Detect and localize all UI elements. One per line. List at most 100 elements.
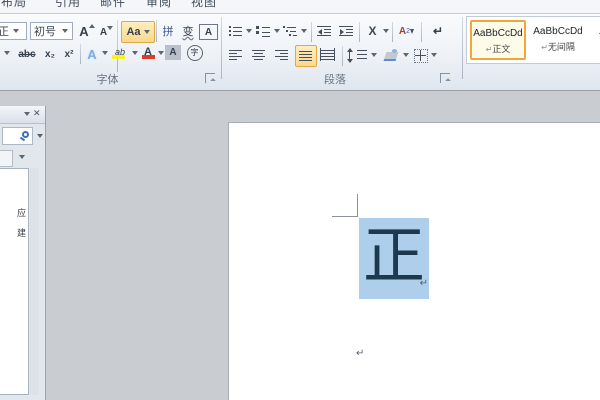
underline-dropdown-icon[interactable] <box>4 51 10 55</box>
sort-icon: A <box>399 26 406 37</box>
chevron-down-icon[interactable] <box>19 155 25 159</box>
style-preview: A <box>593 26 600 37</box>
tab-review[interactable]: 审阅 <box>146 0 172 10</box>
font-group-label: 字体 <box>0 71 215 87</box>
down-arrow-icon <box>107 26 113 30</box>
font-size-value: 初号 <box>34 23 56 39</box>
style-preview: AaBbCcDd <box>472 28 524 39</box>
sort-button[interactable]: A 2 <box>397 22 416 40</box>
search-options-icon[interactable] <box>37 134 43 138</box>
chevron-down-icon[interactable] <box>431 53 437 57</box>
justify-button[interactable] <box>295 45 317 67</box>
text-highlight-button[interactable]: ab <box>110 43 130 61</box>
document-page[interactable]: 正 ↵ ↵ <box>228 122 600 400</box>
paragraph-group-label: 段落 <box>240 71 430 87</box>
character-border-button[interactable]: A <box>199 24 218 40</box>
highlight-color-bar <box>112 55 125 59</box>
text-selection[interactable]: 正 ↵ <box>359 218 429 299</box>
style-card-no-spacing[interactable]: AaBbCcDd ↵无间隔 <box>529 20 587 60</box>
change-case-button[interactable]: Aa <box>121 21 155 43</box>
tab-references[interactable]: 引用 <box>55 0 81 10</box>
navigation-pane-content: 应 建 <box>0 168 29 395</box>
chevron-down-icon[interactable] <box>383 29 389 33</box>
margin-crop-mark <box>332 216 358 217</box>
borders-icon[interactable] <box>413 47 429 63</box>
asian-layout-icon: X <box>368 24 376 38</box>
paragraph-dialog-launcher[interactable] <box>440 73 450 83</box>
font-dialog-launcher[interactable] <box>205 73 215 83</box>
chevron-down-icon[interactable] <box>301 29 307 33</box>
up-arrow-icon <box>89 24 95 28</box>
tab-view[interactable]: 视图 <box>191 0 217 10</box>
grow-font-icon: A <box>79 24 88 39</box>
font-name-value: 正 <box>0 23 9 39</box>
style-card-partial[interactable]: A <box>593 20 600 60</box>
browse-tab-stub[interactable] <box>0 150 13 167</box>
distribute-icon[interactable] <box>320 47 336 63</box>
search-input[interactable] <box>2 127 33 145</box>
shrink-font-button[interactable]: A <box>99 23 114 41</box>
case-convert-button[interactable]: 变 <box>179 22 197 40</box>
grow-font-button[interactable]: A <box>78 22 96 40</box>
enclose-character-button[interactable]: 字 <box>186 44 203 61</box>
chevron-down-icon[interactable] <box>132 51 138 55</box>
show-marks-button[interactable]: ↵ <box>430 22 446 40</box>
asian-layout-button[interactable]: X <box>364 22 381 40</box>
case-convert-icon: 变 <box>183 23 194 39</box>
style-name: 正文 <box>492 44 510 54</box>
chevron-down-icon[interactable] <box>158 51 164 55</box>
align-left-icon[interactable] <box>228 47 244 63</box>
style-gallery: AaBbCcDd ↵正文 AaBbCcDd ↵无间隔 A <box>466 16 600 64</box>
bullets-icon[interactable] <box>228 23 244 39</box>
navigation-text-fragment: 建 <box>17 226 26 239</box>
font-color-button[interactable]: A <box>140 43 156 61</box>
superscript-button[interactable]: x² <box>60 45 78 63</box>
tab-page-layout[interactable]: 面布局 <box>0 0 27 10</box>
navigation-pane-scrollbar[interactable] <box>30 168 39 395</box>
font-name-combo[interactable]: 正 <box>0 22 27 40</box>
align-center-icon[interactable] <box>251 47 267 63</box>
strikethrough-icon: abc <box>18 49 35 60</box>
pilcrow-icon: ↵ <box>420 278 428 289</box>
pane-menu-icon[interactable] <box>24 112 30 116</box>
chevron-down-icon <box>144 30 150 34</box>
text-effects-icon: A <box>87 47 96 62</box>
chevron-down-icon[interactable] <box>403 53 409 57</box>
increase-indent-icon[interactable] <box>339 23 355 39</box>
character-shading-button[interactable]: A <box>165 45 181 60</box>
style-preview: AaBbCcDd <box>529 26 587 37</box>
document-workspace: ✕ 应 建 正 ↵ ↵ <box>0 91 600 400</box>
search-icon <box>22 131 29 138</box>
line-spacing-icon[interactable] <box>349 47 369 63</box>
align-right-icon[interactable] <box>274 47 290 63</box>
tab-mailings[interactable]: 邮件 <box>100 0 126 10</box>
phonetic-guide-icon: 拼 <box>163 23 174 39</box>
close-icon[interactable]: ✕ <box>33 108 41 119</box>
style-name: 无间隔 <box>548 42 575 52</box>
pilcrow-icon: ↵ <box>541 43 548 52</box>
subscript-button[interactable]: x₂ <box>41 45 59 63</box>
navigation-pane: ✕ 应 建 <box>0 106 46 400</box>
multilevel-list-icon[interactable] <box>283 23 299 39</box>
chevron-down-icon[interactable] <box>274 29 280 33</box>
chevron-down-icon[interactable] <box>246 29 252 33</box>
selected-character[interactable]: 正 <box>359 218 429 299</box>
chevron-down-icon[interactable] <box>13 29 19 33</box>
phonetic-guide-button[interactable]: 拼 <box>159 22 177 40</box>
numbering-icon[interactable] <box>256 23 272 39</box>
shrink-font-icon: A <box>100 27 107 38</box>
paragraph-mark-icon: ↵ <box>433 24 443 38</box>
ribbon-home: 正 初号 A A Aa 拼 变 A <box>0 14 600 91</box>
margin-crop-mark <box>357 194 358 217</box>
character-border-icon: A <box>205 27 212 38</box>
decrease-indent-icon[interactable] <box>317 23 333 39</box>
chevron-down-icon[interactable] <box>371 53 377 57</box>
strikethrough-button[interactable]: abc <box>15 45 39 63</box>
shading-bucket-icon[interactable] <box>383 47 401 63</box>
chevron-down-icon[interactable] <box>62 29 68 33</box>
character-shading-icon: A <box>169 47 176 58</box>
chevron-down-icon[interactable] <box>102 51 108 55</box>
text-effects-button[interactable]: A <box>84 45 100 63</box>
style-card-normal[interactable]: AaBbCcDd ↵正文 <box>470 20 526 60</box>
font-size-combo[interactable]: 初号 <box>30 22 73 40</box>
